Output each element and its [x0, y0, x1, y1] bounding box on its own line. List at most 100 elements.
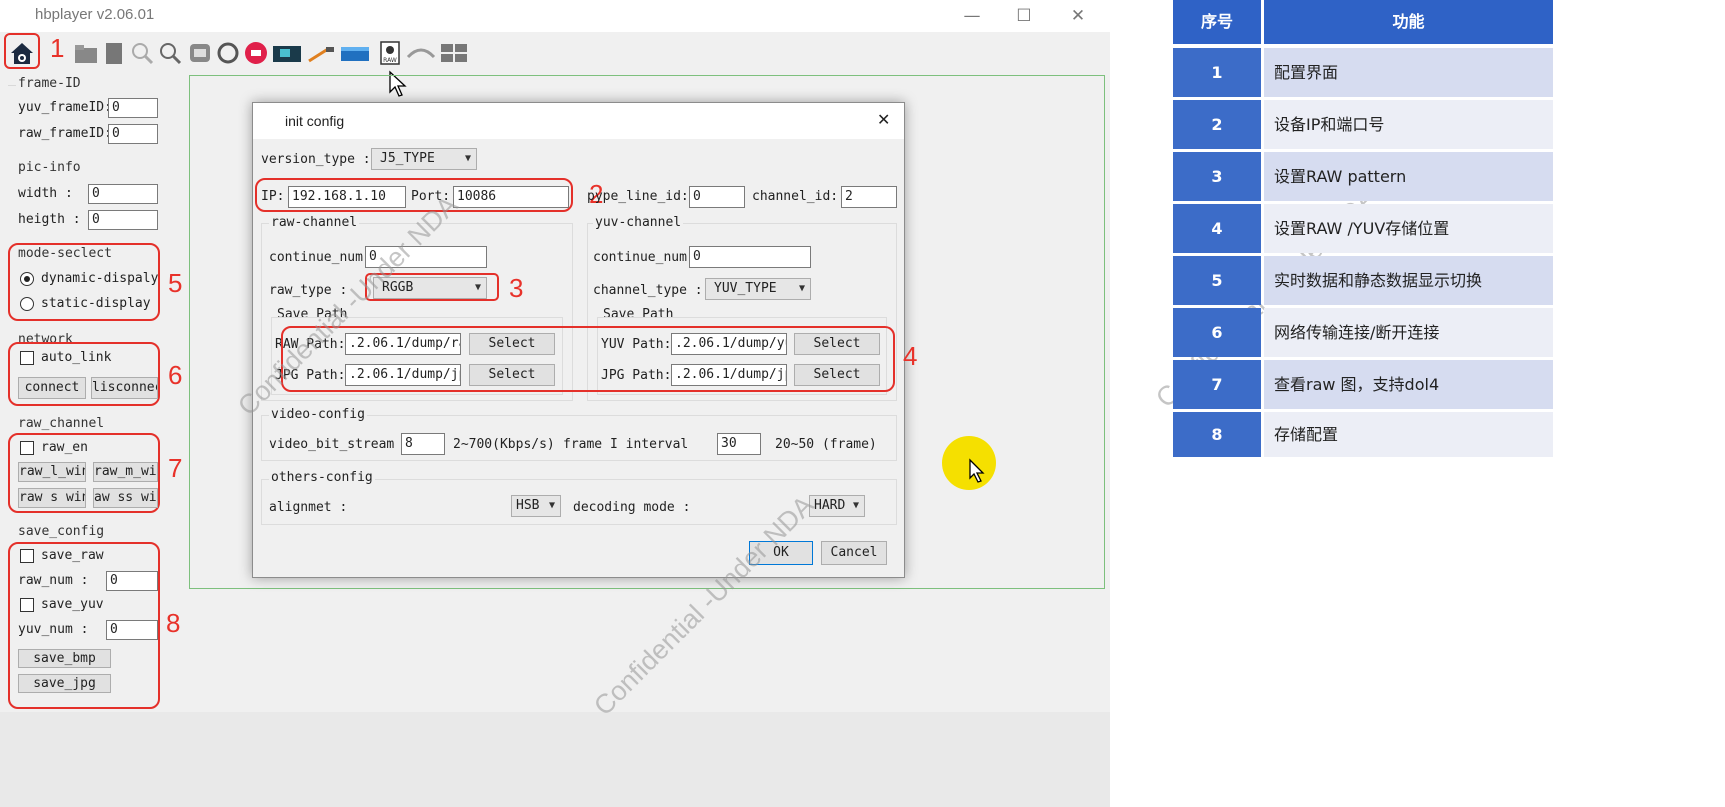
raw-ss-win-button[interactable]: aw ss win: [93, 488, 158, 508]
alignment-label: alignmet :: [269, 500, 348, 515]
height-label: heigth :: [18, 212, 81, 227]
minimize-button[interactable]: —: [952, 4, 992, 28]
version-type-select[interactable]: J5_TYPE ▼: [371, 148, 477, 170]
file-icon[interactable]: [100, 39, 128, 67]
version-type-label: version_type :: [261, 152, 371, 167]
channel-type-select[interactable]: YUV_TYPE ▼: [705, 278, 811, 300]
annotation-1: 1: [50, 33, 65, 63]
decoding-label: decoding mode :: [573, 500, 691, 515]
alignment-value: HSB: [516, 498, 540, 513]
zoom-out-icon[interactable]: [128, 39, 156, 67]
cursor-icon: [968, 458, 986, 488]
pipe-line-id-label: pype_line_id:: [587, 189, 689, 204]
folder-icon[interactable]: [72, 39, 100, 67]
channel-type-label: channel_type :: [593, 283, 703, 298]
dialog-header: init config ✕: [253, 103, 904, 139]
save-raw-checkbox[interactable]: [20, 549, 34, 563]
row-number: 5: [1173, 256, 1261, 305]
home-icon[interactable]: [8, 39, 36, 67]
maximize-button[interactable]: ☐: [1004, 4, 1044, 28]
stream-icon[interactable]: [406, 39, 436, 67]
dynamic-display-radio[interactable]: [20, 272, 34, 286]
bit-stream-range: 2~700(Kbps/s): [453, 437, 555, 452]
chevron-down-icon: ▼: [464, 153, 471, 164]
header-number: 序号: [1173, 0, 1261, 44]
annotation-box-4: [281, 326, 895, 392]
chevron-down-icon: ▼: [548, 500, 555, 511]
channel-id-field[interactable]: 2: [841, 186, 897, 208]
table-header: 序号 功能: [1173, 0, 1553, 44]
raw-l-win-button[interactable]: raw_l_win: [18, 462, 86, 482]
yuv-continue-num-field[interactable]: 0: [689, 246, 811, 268]
raw-frameid-field[interactable]: 0: [108, 124, 158, 144]
save-config-title: save_config: [18, 524, 105, 539]
row-number: 6: [1173, 308, 1261, 357]
record-icon[interactable]: [242, 39, 270, 67]
frame-interval-field[interactable]: 30: [717, 433, 761, 455]
row-text: 配置界面: [1264, 48, 1553, 97]
row-number: 2: [1173, 100, 1261, 149]
bit-stream-field[interactable]: 8: [401, 433, 445, 455]
close-button[interactable]: ✕: [1058, 4, 1098, 28]
connect-button[interactable]: connect: [18, 377, 86, 399]
yuv-channel-title: yuv-channel: [593, 215, 684, 230]
static-display-label: static-display: [41, 296, 151, 311]
stop-icon[interactable]: [186, 39, 214, 67]
yuv-num-label: yuv_num :: [18, 622, 89, 637]
channel-type-value: YUV_TYPE: [714, 281, 777, 296]
tool-icon[interactable]: [306, 39, 334, 67]
bit-stream-label: video_bit_stream :: [269, 437, 410, 452]
save-bmp-button[interactable]: save_bmp: [18, 649, 111, 668]
raw-num-field[interactable]: 0: [106, 571, 158, 591]
zoom-in-icon[interactable]: [156, 39, 184, 67]
row-text: 设置RAW pattern: [1264, 152, 1553, 201]
header-function: 功能: [1264, 0, 1553, 44]
raw-frameid-label: raw_frameID:: [18, 126, 112, 141]
alignment-select[interactable]: HSB ▼: [511, 495, 561, 517]
yuv-num-field[interactable]: 0: [106, 620, 158, 640]
dialog-close-button[interactable]: ✕: [877, 110, 890, 129]
raw-channel-title: raw-channel: [269, 215, 360, 230]
yuv-frameid-field[interactable]: 0: [108, 98, 158, 118]
raw-en-checkbox[interactable]: [20, 441, 34, 455]
display-icon[interactable]: [340, 39, 369, 67]
row-text: 设备IP和端口号: [1264, 100, 1553, 149]
frame-id-title: frame-ID: [18, 76, 81, 91]
port-field[interactable]: 10086: [453, 186, 569, 208]
cancel-button[interactable]: Cancel: [821, 541, 887, 565]
save-jpg-button[interactable]: save_jpg: [18, 674, 111, 693]
static-display-radio[interactable]: [20, 297, 34, 311]
refresh-icon[interactable]: [214, 39, 242, 67]
save-yuv-checkbox[interactable]: [20, 598, 34, 612]
row-text: 网络传输连接/断开连接: [1264, 308, 1553, 357]
raw-channel-title: raw_channel: [18, 416, 105, 431]
pipe-line-id-field[interactable]: 0: [689, 186, 745, 208]
table-row: 2 设备IP和端口号: [1173, 100, 1553, 149]
disconnect-button[interactable]: lisconnect: [91, 377, 158, 399]
ip-field[interactable]: 192.168.1.10: [288, 186, 406, 208]
annotation-8: 8: [166, 608, 181, 638]
grid-icon[interactable]: [440, 39, 468, 67]
annotation-3: 3: [509, 273, 524, 303]
raw-icon[interactable]: RAW: [376, 39, 404, 67]
table-row: 3 设置RAW pattern: [1173, 152, 1553, 201]
raw-m-win-button[interactable]: raw_m_win: [93, 462, 158, 482]
table-row: 1 配置界面: [1173, 48, 1553, 97]
image-icon[interactable]: [272, 39, 301, 67]
auto-link-checkbox[interactable]: [20, 351, 34, 365]
left-panel: frame-ID yuv_frameID: 0 raw_frameID: 0 p…: [0, 70, 182, 807]
table-row: 5 实时数据和静态数据显示切换: [1173, 256, 1553, 305]
dialog-title: init config: [285, 113, 345, 129]
toolbar: 1 RAW: [0, 32, 1110, 97]
row-number: 4: [1173, 204, 1261, 253]
chevron-down-icon: ▼: [474, 282, 481, 293]
save-yuv-label: save_yuv: [41, 597, 104, 612]
raw-num-label: raw_num :: [18, 573, 89, 588]
width-field[interactable]: 0: [88, 184, 158, 204]
others-config-title: others-config: [269, 470, 375, 485]
raw-continue-num-label: continue_num:: [269, 250, 371, 265]
raw-s-win-button[interactable]: raw s win: [18, 488, 86, 508]
row-number: 8: [1173, 412, 1261, 457]
height-field[interactable]: 0: [88, 210, 158, 230]
mode-select-title: mode-seclect: [18, 246, 112, 261]
